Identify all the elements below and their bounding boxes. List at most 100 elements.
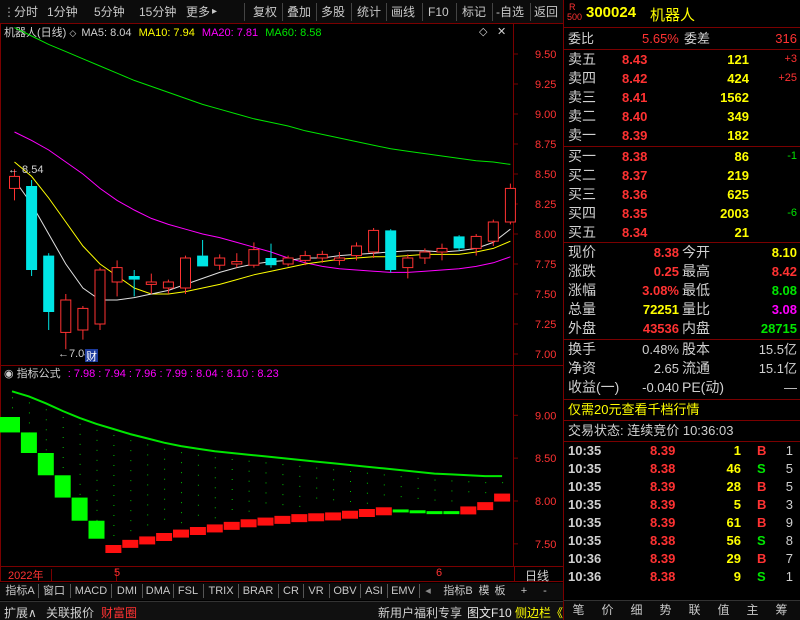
indicator-block	[308, 513, 325, 522]
tab-emv[interactable]: EMV	[388, 583, 418, 599]
signal-dot	[130, 460, 132, 462]
signal-dot	[333, 499, 335, 501]
tab-cr[interactable]: CR	[279, 583, 303, 599]
signal-dot	[282, 504, 284, 506]
tab-window[interactable]: 窗口	[39, 583, 69, 599]
restore-rights-button[interactable]: 复权	[253, 3, 277, 21]
tab-dma[interactable]: DMA	[143, 583, 173, 599]
signal-dot	[12, 397, 13, 399]
candle-body	[197, 255, 209, 267]
tab-fsl[interactable]: FSL	[174, 583, 202, 599]
add-indicator-button[interactable]: +	[517, 583, 531, 599]
new-user-promo-link[interactable]: 新用户福利专享	[378, 604, 462, 620]
nav-detail[interactable]: 细	[622, 601, 651, 619]
signal-dot	[265, 492, 267, 494]
signal-dot	[248, 470, 250, 472]
more-arrow-icon[interactable]: ▸	[212, 3, 217, 21]
status-bar: 扩展∧ 关联报价 财富圈 新用户福利专享 图文F10 侧边栏《	[0, 601, 564, 620]
candle	[180, 255, 191, 294]
indicator-block	[71, 497, 88, 521]
tab-board[interactable]: 板	[493, 583, 507, 599]
multi-stock-button[interactable]: 多股	[321, 3, 345, 21]
f10-text-button[interactable]: 图文F10	[467, 604, 512, 620]
signal-dot	[214, 507, 216, 509]
tab-indicator-a[interactable]: 指标A	[2, 583, 38, 599]
tab-brar[interactable]: BRAR	[239, 583, 277, 599]
signal-dot	[147, 524, 149, 526]
stat-value: 0.25	[653, 264, 679, 279]
tab-macd[interactable]: MACD	[71, 583, 111, 599]
candle	[162, 279, 174, 294]
tab-dmi[interactable]: DMI	[112, 583, 142, 599]
expand-button[interactable]: 扩展∧	[4, 604, 37, 620]
tabs-scroll-left-icon[interactable]: ◂	[421, 583, 435, 599]
depth-promo-link[interactable]: 仅需20元查看千档行情	[568, 400, 699, 419]
signal-dot	[113, 525, 115, 526]
indicator-block	[20, 432, 37, 453]
signal-dot	[113, 485, 115, 486]
ask-row[interactable]: 卖四 8.42 424 +25	[564, 69, 800, 88]
ask-row[interactable]: 卖一 8.39 182	[564, 126, 800, 145]
tab-intraday[interactable]: 分时	[14, 3, 38, 21]
candle	[94, 267, 106, 330]
nav-value[interactable]: 值	[709, 601, 738, 619]
mark-button[interactable]: 标记	[462, 3, 486, 21]
nav-trend[interactable]: 势	[651, 601, 680, 619]
bid-row[interactable]: 买三 8.36 625	[564, 185, 800, 204]
tab-5min[interactable]: 5分钟	[94, 3, 125, 21]
remove-indicator-button[interactable]: -	[538, 583, 552, 599]
toolbar-divider	[386, 3, 387, 21]
ask-row[interactable]: 卖五 8.43 121 +3	[564, 50, 800, 69]
bid-row[interactable]: 买五 8.34 21	[564, 223, 800, 242]
tab-more[interactable]: 更多	[186, 3, 210, 21]
tab-trix[interactable]: TRIX	[204, 583, 238, 599]
tab-15min[interactable]: 15分钟	[139, 3, 176, 21]
back-button[interactable]: 返回	[534, 3, 558, 21]
f10-button[interactable]: F10	[428, 3, 449, 21]
y-tick-label: 9.50	[535, 49, 556, 61]
statistics-button[interactable]: 统计	[357, 3, 381, 21]
ask-row[interactable]: 卖三 8.41 1562	[564, 88, 800, 107]
time-label-may: 5	[114, 567, 121, 579]
signal-dot	[45, 429, 47, 431]
draw-line-button[interactable]: 画线	[391, 3, 415, 21]
tab-1min[interactable]: 1分钟	[47, 3, 78, 21]
stat-value: 8.42	[771, 264, 797, 279]
bid-row[interactable]: 买一 8.38 86 -1	[564, 147, 800, 166]
tick-count: 5	[785, 461, 793, 476]
nav-chips[interactable]: 筹	[767, 601, 796, 619]
bid-price: 8.36	[622, 187, 648, 202]
nav-prices[interactable]: 价	[593, 601, 622, 619]
indicator-block	[122, 539, 139, 548]
nav-main[interactable]: 主	[738, 601, 767, 619]
remove-favorite-button[interactable]: -自选	[496, 3, 524, 21]
promo-row[interactable]: 仅需20元查看千档行情	[564, 400, 800, 420]
candle-body	[128, 276, 140, 280]
ask-row[interactable]: 卖二 8.40 349	[564, 107, 800, 126]
signal-dot	[248, 490, 250, 492]
overlay-button[interactable]: 叠加	[287, 3, 311, 21]
tab-indicator-b[interactable]: 指标B	[440, 583, 476, 599]
signal-dot	[164, 488, 166, 490]
signal-dot	[350, 491, 351, 492]
y-tick-label: 9.25	[535, 79, 556, 91]
wealth-circle-button[interactable]: 财富圈	[101, 604, 137, 620]
bid-row[interactable]: 买四 8.35 2003 -6	[564, 204, 800, 223]
related-quote-button[interactable]: 关联报价	[46, 604, 94, 620]
y-tick-label: 7.00	[535, 349, 556, 361]
candle	[402, 254, 414, 279]
signal-dot	[231, 459, 233, 460]
bid-row[interactable]: 买二 8.37 219	[564, 166, 800, 185]
period-label[interactable]: 日线	[525, 567, 549, 584]
candle-body	[368, 229, 380, 253]
sidebar-toggle-button[interactable]: 侧边栏《	[515, 604, 563, 620]
signal-dot	[147, 484, 149, 486]
tab-template[interactable]: 模	[477, 583, 491, 599]
tab-asi[interactable]: ASI	[361, 583, 387, 599]
tab-vr[interactable]: VR	[304, 583, 328, 599]
indicator-block	[274, 515, 291, 524]
nav-linked[interactable]: 联	[680, 601, 709, 619]
nav-trades[interactable]: 笔	[564, 601, 593, 619]
signal-dot	[147, 444, 149, 446]
tab-obv[interactable]: OBV	[330, 583, 360, 599]
